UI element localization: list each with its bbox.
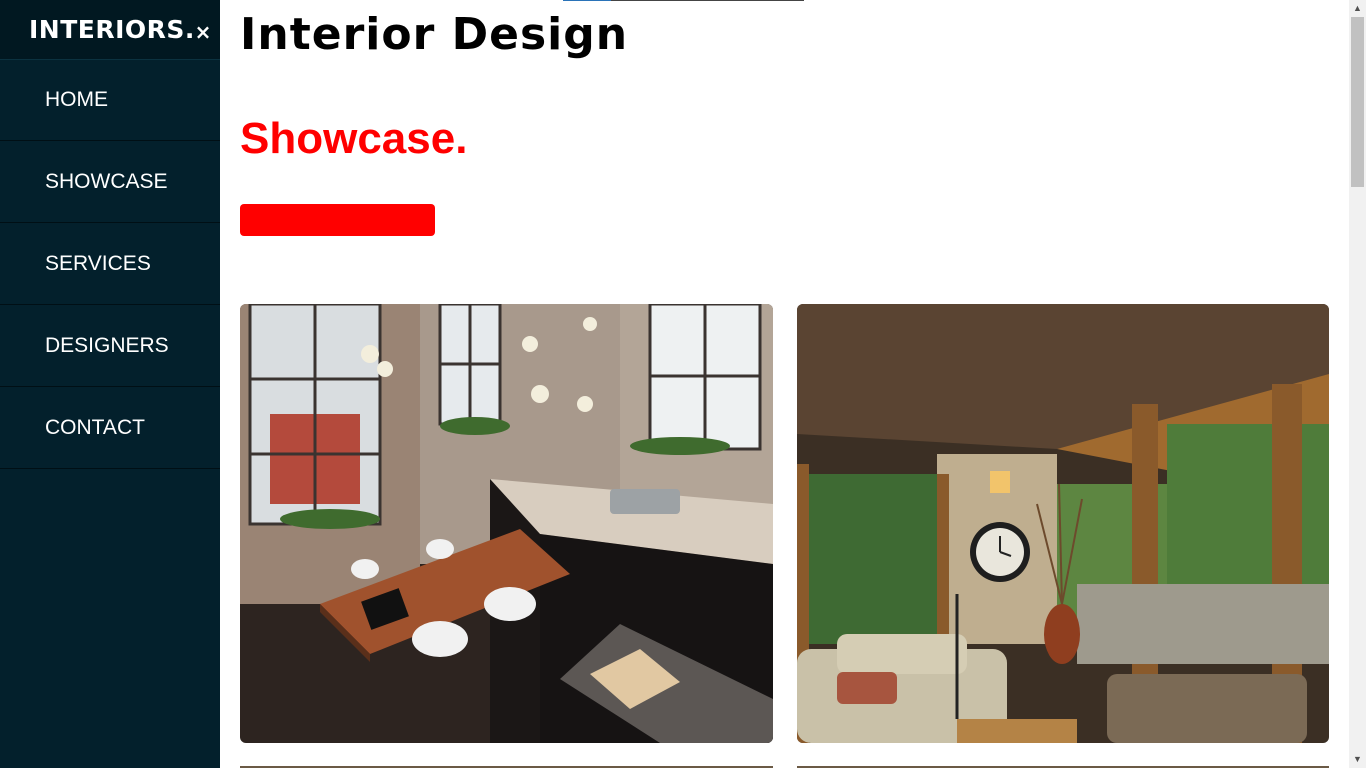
sidebar-item-label: HOME: [45, 88, 108, 111]
sidebar-item-home[interactable]: HOME: [0, 60, 220, 141]
vertical-scrollbar[interactable]: ▲ ▼: [1349, 0, 1366, 768]
kitchen-photo: [240, 304, 773, 743]
scrollbar-thumb[interactable]: [1351, 17, 1364, 187]
sidebar-item-contact[interactable]: CONTACT: [0, 388, 220, 469]
close-icon[interactable]: ×: [194, 21, 212, 43]
top-progress-line: [563, 0, 804, 1]
sidebar-item-services[interactable]: SERVICES: [0, 224, 220, 305]
chevron-down-icon[interactable]: ▼: [1349, 751, 1366, 768]
sidebar-item-label: SHOWCASE: [45, 170, 168, 193]
brand-logo[interactable]: INTERIORS.: [29, 15, 195, 44]
showcase-image-kitchen: [240, 304, 773, 743]
showcase-image-porch: [797, 304, 1329, 743]
sidebar-item-label: CONTACT: [45, 416, 145, 439]
sidebar-item-label: DESIGNERS: [45, 334, 169, 357]
page-title: Interior Design: [240, 9, 629, 60]
porch-photo: [797, 304, 1329, 743]
chevron-up-icon[interactable]: ▲: [1349, 0, 1366, 17]
accent-button[interactable]: [240, 204, 435, 236]
sidebar-item-label: SERVICES: [45, 252, 151, 275]
section-title: Showcase.: [240, 114, 468, 163]
sidebar-item-showcase[interactable]: SHOWCASE: [0, 142, 220, 223]
sidebar-item-designers[interactable]: DESIGNERS: [0, 306, 220, 387]
top-progress-fill: [563, 0, 611, 1]
sidebar: INTERIORS. × HOME SHOWCASE SERVICES DESI…: [0, 0, 220, 768]
sidebar-header: INTERIORS. ×: [0, 0, 220, 60]
